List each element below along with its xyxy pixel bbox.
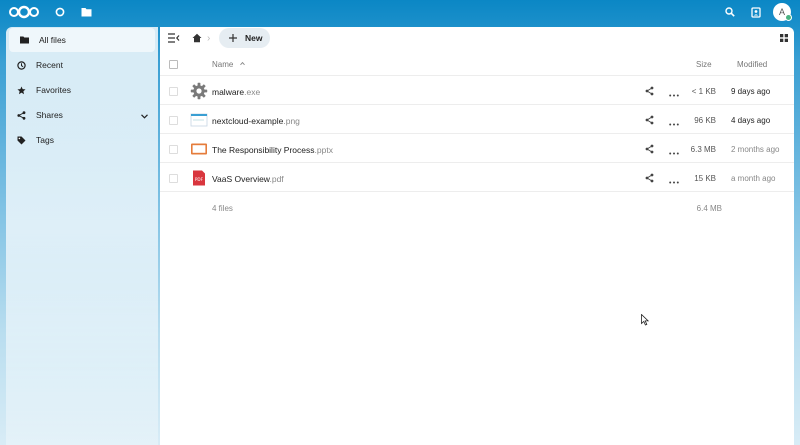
dashboard-app-icon[interactable]	[53, 5, 67, 19]
file-size: < 1 KB	[691, 87, 716, 96]
row-checkbox[interactable]	[169, 145, 178, 154]
sidebar-item-shares[interactable]: Shares	[6, 103, 158, 127]
nextcloud-logo[interactable]	[8, 5, 40, 19]
top-header: A	[0, 0, 800, 24]
row-checkbox[interactable]	[169, 174, 178, 183]
file-size: 96 KB	[694, 116, 716, 125]
file-name[interactable]: VaaS Overview.pdf	[212, 174, 284, 184]
new-button-label: New	[245, 33, 263, 43]
column-header-size[interactable]: Size	[696, 60, 712, 69]
table-row[interactable]: The Responsibility Process.pptx 6.3 MB 2…	[160, 135, 794, 163]
more-actions-icon[interactable]	[669, 147, 679, 155]
sidebar-item-label: Recent	[36, 60, 63, 70]
share-icon[interactable]	[645, 173, 654, 183]
sidebar-item-label: All files	[39, 35, 66, 45]
search-icon[interactable]	[723, 5, 737, 19]
row-checkbox[interactable]	[169, 116, 178, 125]
files-app-icon[interactable]	[79, 5, 93, 19]
gear-icon	[190, 82, 208, 100]
more-actions-icon[interactable]	[669, 118, 679, 126]
svg-text:PDF: PDF	[195, 177, 204, 182]
select-all-checkbox[interactable]	[169, 60, 178, 69]
pdf-icon: PDF	[190, 169, 208, 187]
share-icon[interactable]	[645, 144, 654, 154]
total-size-summary: 6.4 MB	[696, 204, 722, 213]
table-row[interactable]: malware.exe < 1 KB 9 days ago	[160, 77, 794, 105]
mouse-cursor-icon	[641, 313, 650, 326]
contacts-icon[interactable]	[749, 5, 763, 19]
sidebar-item-recent[interactable]: Recent	[6, 53, 158, 77]
new-button[interactable]: New	[219, 28, 270, 48]
column-header-name[interactable]: Name	[212, 60, 233, 69]
file-name[interactable]: nextcloud-example.png	[212, 116, 300, 126]
sort-ascending-icon	[240, 59, 245, 68]
more-actions-icon[interactable]	[669, 89, 679, 97]
sidebar-item-all-files[interactable]: All files	[9, 28, 155, 52]
share-icon[interactable]	[645, 115, 654, 125]
share-icon[interactable]	[645, 86, 654, 96]
file-size: 6.3 MB	[690, 145, 716, 154]
sidebar-item-tags[interactable]: Tags	[6, 128, 158, 152]
presentation-icon	[190, 140, 208, 158]
folder-icon	[19, 35, 29, 45]
file-modified: 4 days ago	[731, 116, 771, 125]
table-row[interactable]: PDF VaaS Overview.pdf 15 KB a month ago	[160, 164, 794, 192]
sidebar-item-favorites[interactable]: Favorites	[6, 78, 158, 102]
file-modified: 2 months ago	[731, 145, 780, 154]
table-row[interactable]: nextcloud-example.png 96 KB 4 days ago	[160, 106, 794, 134]
home-icon[interactable]	[192, 33, 202, 43]
file-name[interactable]: The Responsibility Process.pptx	[212, 145, 333, 155]
avatar-status-dot	[785, 14, 792, 21]
sidebar-item-label: Shares	[36, 110, 63, 120]
chevron-down-icon[interactable]	[141, 111, 148, 121]
menu-toggle-icon[interactable]	[168, 33, 180, 45]
sidebar-item-label: Tags	[36, 135, 54, 145]
table-header: Name Size Modified	[160, 52, 794, 76]
star-icon	[16, 85, 26, 95]
image-icon	[190, 111, 208, 129]
row-checkbox[interactable]	[169, 87, 178, 96]
file-modified: a month ago	[731, 174, 776, 183]
more-actions-icon[interactable]	[669, 176, 679, 184]
file-count-summary: 4 files	[212, 204, 233, 213]
files-main: › New Name Size Modified malware.exe < 1…	[160, 27, 794, 445]
grid-view-icon[interactable]	[780, 34, 788, 42]
tag-icon	[16, 135, 26, 145]
sidebar-item-label: Favorites	[36, 85, 71, 95]
column-header-modified[interactable]: Modified	[737, 60, 767, 69]
clock-icon	[16, 60, 26, 70]
breadcrumb-separator-icon: ›	[207, 33, 211, 44]
sidebar: All files Recent Favorites Shares Tags	[6, 27, 158, 445]
plus-icon	[229, 34, 237, 42]
file-name[interactable]: malware.exe	[212, 87, 260, 97]
share-icon	[16, 110, 26, 120]
file-size: 15 KB	[694, 174, 716, 183]
file-modified: 9 days ago	[731, 87, 771, 96]
